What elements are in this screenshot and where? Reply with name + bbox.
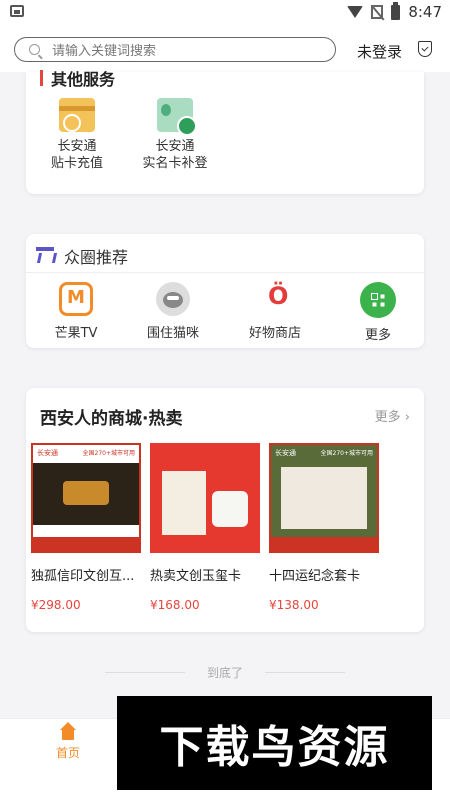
product-strip — [271, 537, 377, 551]
service-label: 贴卡充值 — [50, 156, 103, 171]
circle-recommend-card: 众圈推荐 芒果TV 围住猫咪 好物商店 更多 — [26, 234, 424, 348]
service-recharge[interactable]: 长安通 贴卡充值 — [34, 98, 120, 172]
product-price: ¥138.00 — [269, 598, 319, 612]
service-label: 长安通 — [57, 139, 97, 154]
app-shop[interactable]: 好物商店 — [230, 282, 320, 341]
circle-title: 众圈推荐 — [64, 248, 129, 267]
mall-more-link[interactable]: 更多 › — [375, 406, 410, 425]
shield-icon[interactable] — [418, 41, 432, 57]
more-grid-icon — [360, 282, 396, 318]
no-sim-icon — [371, 5, 384, 19]
product-price: ¥168.00 — [150, 598, 200, 612]
service-realname[interactable]: 长安通 实名卡补登 — [132, 98, 218, 172]
divider — [104, 671, 185, 673]
product-name: 独孤信印文创互... — [31, 569, 135, 584]
product-card[interactable]: 长安通 全国270+城市可用 十四运纪念套卡 ¥138.00 — [269, 443, 379, 612]
search-icon — [29, 44, 40, 55]
nav-home[interactable]: 首页 — [48, 722, 88, 761]
other-services-card: 其他服务 长安通 贴卡充值 长安通 实名卡补登 — [26, 70, 424, 194]
app-label: 好物商店 — [248, 326, 301, 341]
product-badge: 长安通 — [37, 449, 58, 457]
status-bar: 8:47 — [0, 0, 450, 26]
service-label: 实名卡补登 — [142, 156, 208, 171]
service-label: 长安通 — [155, 139, 195, 154]
login-link[interactable]: 未登录 — [357, 41, 402, 62]
image-notification-icon — [10, 5, 24, 17]
id-card-check-icon — [157, 98, 197, 136]
product-banner: 全国270+城市可用 — [320, 450, 373, 457]
shop-icon — [258, 282, 292, 316]
end-text: 到底了 — [206, 665, 243, 680]
product-seal — [63, 481, 109, 505]
battery-icon — [391, 1, 401, 20]
watermark: 下载鸟资源 — [117, 696, 432, 790]
chevron-right-icon: › — [404, 410, 410, 425]
other-services-title-text: 其他服务 — [51, 70, 116, 89]
mango-tv-icon — [59, 282, 93, 316]
wifi-icon — [347, 6, 364, 18]
app-more[interactable]: 更多 — [333, 282, 423, 343]
product-image — [150, 443, 260, 553]
product-badge: 长安通 — [275, 449, 296, 457]
divider — [265, 671, 345, 673]
mall-title: 西安人的商城·热卖 — [40, 409, 183, 429]
status-time: 8:47 — [408, 3, 442, 21]
card-icon — [59, 98, 95, 132]
product-strip — [33, 537, 139, 551]
app-label: 更多 — [364, 328, 391, 343]
product-image: 长安通 全国270+城市可用 — [269, 443, 379, 553]
product-banner: 全国270+城市可用 — [82, 450, 135, 457]
divider — [26, 272, 424, 273]
nav-home-label: 首页 — [55, 746, 80, 760]
home-icon — [60, 722, 76, 740]
mall-more-label: 更多 — [374, 410, 401, 425]
product-price: ¥298.00 — [31, 598, 81, 612]
app-mango-tv[interactable]: 芒果TV — [31, 282, 121, 341]
app-label: 芒果TV — [54, 326, 98, 341]
search-input[interactable]: 请输入关键词搜索 — [14, 37, 336, 62]
cat-icon — [156, 282, 190, 316]
product-name: 热卖文创玉玺卡 — [150, 569, 242, 584]
mall-card: 西安人的商城·热卖 更多 › 长安通 全国270+城市可用 独孤信印文创互...… — [26, 388, 424, 632]
title-accent-bar — [40, 70, 43, 86]
product-card[interactable]: 长安通 全国270+城市可用 独孤信印文创互... ¥298.00 — [31, 443, 141, 612]
product-name: 十四运纪念套卡 — [269, 569, 361, 584]
other-services-title: 其他服务 — [40, 66, 115, 90]
product-seal — [162, 471, 206, 535]
end-of-list: 到底了 — [0, 662, 450, 682]
product-stone — [212, 491, 248, 527]
product-card[interactable]: 热卖文创玉玺卡 ¥168.00 — [150, 443, 260, 612]
zhongquan-logo-icon — [36, 247, 54, 265]
search-placeholder: 请输入关键词搜索 — [52, 44, 157, 59]
product-image: 长安通 全国270+城市可用 — [31, 443, 141, 553]
app-cat[interactable]: 围住猫咪 — [128, 282, 218, 341]
product-card-sheet — [281, 467, 367, 529]
app-label: 围住猫咪 — [146, 326, 199, 341]
